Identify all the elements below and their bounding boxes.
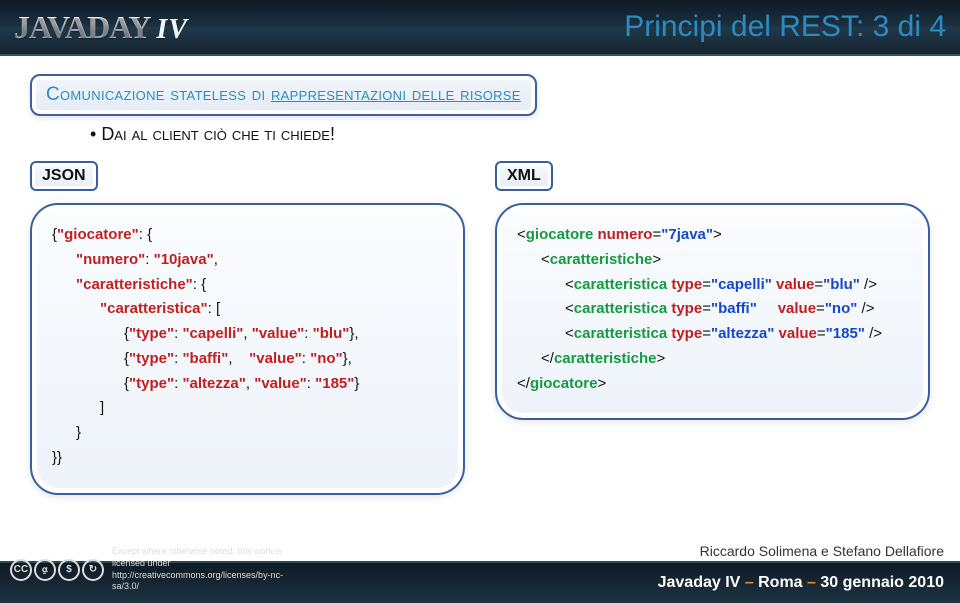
logo-sub: IV (156, 14, 188, 46)
subtitle-prefix: Comunicazione stateless di (46, 84, 271, 105)
code-line: "caratteristiche": { (52, 273, 443, 298)
footer-right: Javaday IV – Roma – 30 gennaio 2010 (320, 561, 960, 603)
code-line: </caratteristiche> (517, 347, 908, 372)
code-line: <giocatore numero="7java"> (517, 223, 908, 248)
code-line: {"giocatore": { (52, 223, 443, 248)
by-icon: ⍶ (34, 559, 56, 581)
bullet-line: Dai al client ciò che ti chiede! (90, 124, 960, 145)
event-sep: – (740, 574, 758, 591)
cc-line2: http://creativecommons.org/licenses/by-n… (112, 570, 310, 593)
page-title: Principi del REST: 3 di 4 (624, 10, 946, 44)
code-line: </giocatore> (517, 372, 908, 397)
xml-column: XML <giocatore numero="7java"><caratteri… (495, 161, 930, 495)
cc-icon: CC (10, 559, 32, 581)
cc-line1: Except where otherwise noted, this work … (112, 546, 310, 569)
cc-icons: CC ⍶ $ ↻ (10, 559, 104, 581)
xml-tag: XML (495, 161, 553, 191)
code-line: "caratteristica": [ (52, 297, 443, 322)
json-tag: JSON (30, 161, 98, 191)
logo: JAVADAY IV (14, 9, 188, 46)
subtitle-underlined: rappresentazioni delle risorse (271, 84, 521, 105)
code-line: <caratteristica type="altezza" value="18… (517, 322, 908, 347)
code-line: <caratteristica type="baffi" value="no" … (517, 297, 908, 322)
json-bubble: {"giocatore": {"numero": "10java","carat… (30, 203, 465, 495)
code-line: {"type": "baffi", "value": "no"}, (52, 347, 443, 372)
event-place: Roma (758, 574, 802, 591)
cc-block: CC ⍶ $ ↻ Except where otherwise noted, t… (0, 542, 320, 599)
header-bar: JAVADAY IV Principi del REST: 3 di 4 (0, 0, 960, 56)
code-line: {"type": "capelli", "value": "blu"}, (52, 322, 443, 347)
event-date: 30 gennaio 2010 (820, 574, 944, 591)
code-line: <caratteristiche> (517, 248, 908, 273)
nc-icon: $ (58, 559, 80, 581)
code-line: }} (52, 446, 443, 471)
json-column: JSON {"giocatore": {"numero": "10java","… (30, 161, 465, 495)
code-line: <caratteristica type="capelli" value="bl… (517, 273, 908, 298)
code-columns: JSON {"giocatore": {"numero": "10java","… (0, 161, 960, 495)
event-name: Javaday IV (658, 574, 741, 591)
subtitle-text: Comunicazione stateless di rappresentazi… (46, 84, 521, 105)
event-line: Javaday IV – Roma – 30 gennaio 2010 (658, 574, 944, 592)
xml-bubble: <giocatore numero="7java"><caratteristic… (495, 203, 930, 420)
code-line: "numero": "10java", (52, 248, 443, 273)
cc-text: Except where otherwise noted, this work … (112, 546, 310, 593)
logo-main: JAVADAY (14, 9, 150, 46)
code-line: } (52, 421, 443, 446)
event-sep2: – (803, 574, 821, 591)
code-line: {"type": "altezza", "value": "185"} (52, 372, 443, 397)
code-line: ] (52, 396, 443, 421)
subtitle-pill: Comunicazione stateless di rappresentazi… (30, 74, 537, 116)
sa-icon: ↻ (82, 559, 104, 581)
